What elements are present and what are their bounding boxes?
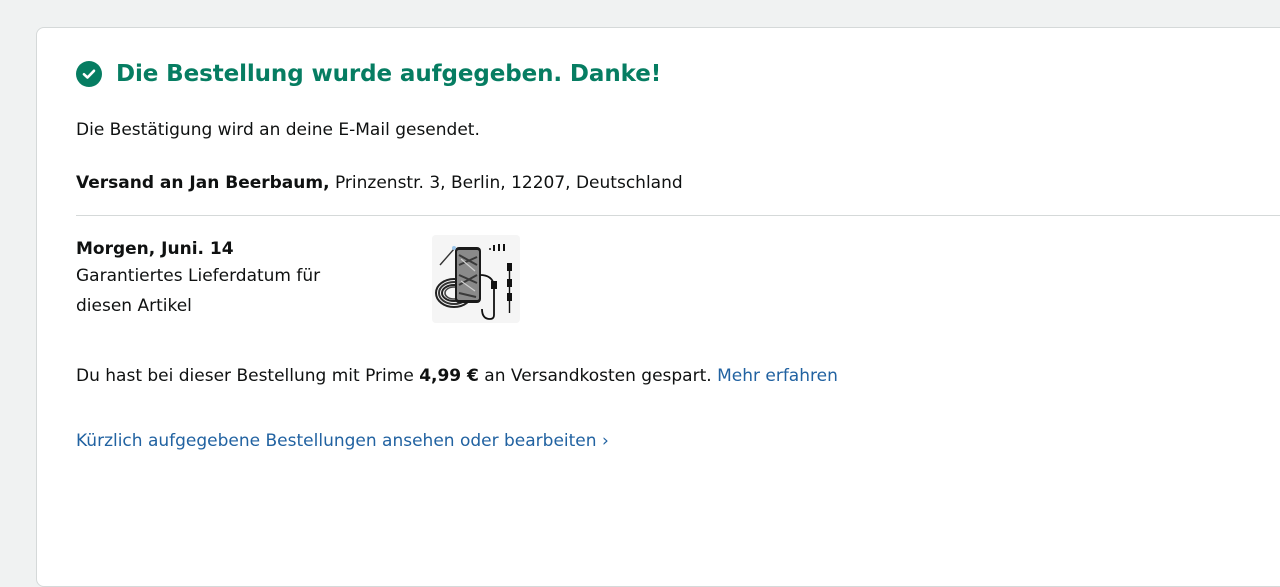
confirmation-heading: Die Bestellung wurde aufgegeben. Danke!	[76, 61, 661, 87]
view-edit-recent-orders-link[interactable]: Kürzlich aufgegebene Bestellungen ansehe…	[76, 431, 609, 451]
endoscope-camera-icon	[432, 235, 520, 323]
delivery-info: Morgen, Juni. 14 Garantiertes Lieferdatu…	[76, 239, 376, 321]
shipping-address-text: Prinzenstr. 3, Berlin, 12207, Deutschlan…	[329, 173, 683, 193]
prime-savings-note: Du hast bei dieser Bestellung mit Prime …	[76, 366, 838, 386]
order-confirmation-card: Die Bestellung wurde aufgegeben. Danke! …	[36, 27, 1280, 587]
product-thumbnail[interactable]	[432, 235, 520, 323]
email-confirmation-note: Die Bestätigung wird an deine E-Mail ges…	[76, 120, 480, 140]
delivery-date: Morgen, Juni. 14	[76, 239, 234, 259]
prime-savings-amount: 4,99 €	[419, 366, 479, 386]
recent-orders: Kürzlich aufgegebene Bestellungen ansehe…	[76, 431, 609, 451]
confirmation-title: Die Bestellung wurde aufgegeben. Danke!	[116, 61, 662, 87]
check-circle-icon	[76, 61, 102, 87]
prime-text-after: an Versandkosten gespart.	[478, 366, 718, 386]
shipping-recipient: Versand an Jan Beerbaum,	[76, 173, 330, 193]
delivery-guarantee-note: Garantiertes Lieferdatum für diesen Arti…	[76, 266, 321, 316]
divider	[76, 215, 1280, 216]
learn-more-link[interactable]: Mehr erfahren	[717, 366, 838, 386]
shipping-address: Versand an Jan Beerbaum, Prinzenstr. 3, …	[76, 173, 683, 193]
prime-text-before: Du hast bei dieser Bestellung mit Prime	[76, 366, 420, 386]
